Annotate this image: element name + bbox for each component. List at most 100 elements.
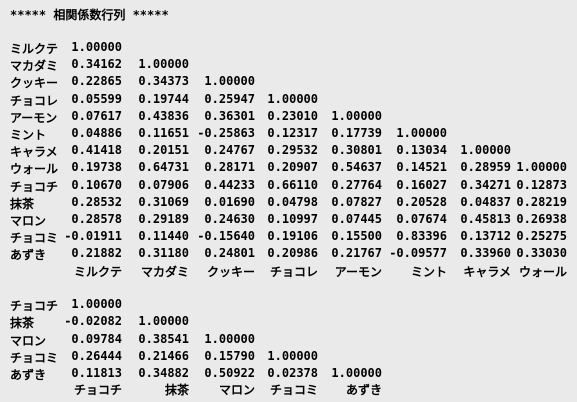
matrix1-cell: 0.66110 [267, 177, 318, 192]
matrix1-row-label: チョコミ [10, 231, 59, 246]
matrix1-cell: 0.28578 [71, 212, 122, 226]
matrix2-row-label: あずき [10, 368, 47, 383]
matrix2-cell: 1.00000 [138, 314, 189, 329]
matrix2-cell: 0.09784 [71, 331, 122, 346]
matrix1-row-label: マカダミ [10, 59, 59, 74]
matrix2-cell: 0.50922 [204, 366, 255, 381]
matrix1-cell: 0.15500 [331, 229, 382, 244]
matrix1-cell: 0.20528 [396, 194, 447, 209]
matrix2-cell: 1.00000 [204, 331, 255, 346]
matrix1-cell: 0.28959 [460, 160, 511, 175]
matrix1-cell: 0.83396 [396, 229, 447, 244]
matrix2-cell: 1.00000 [71, 297, 122, 311]
matrix2-cell: 0.26444 [71, 348, 122, 363]
matrix1-cell: 0.28532 [71, 194, 122, 209]
matrix2-column-header: チョコミ [269, 383, 318, 397]
matrix1-cell: 0.28219 [516, 194, 567, 209]
matrix1-cell: 0.07827 [331, 194, 382, 209]
matrix1-cell: 0.01690 [204, 194, 255, 209]
matrix2-cell: 1.00000 [331, 366, 382, 381]
matrix1-column-header: ミルクテ [73, 265, 122, 279]
matrix2-row-label: マロン [10, 333, 47, 348]
matrix1-column-header: ミント [410, 265, 447, 279]
matrix1-cell: 1.00000 [460, 143, 511, 158]
matrix2-cell: 1.00000 [267, 348, 318, 363]
matrix1-cell: 0.34162 [71, 57, 122, 72]
matrix1-cell: 0.05599 [71, 91, 122, 106]
matrix1-cell: 0.33960 [460, 246, 511, 261]
matrix1-cell: 0.21882 [71, 246, 122, 261]
matrix1-cell: 0.10670 [71, 177, 122, 192]
matrix-title: ***** 相関係数行列 ***** [10, 8, 169, 22]
matrix2-cell: 0.38541 [138, 331, 189, 346]
matrix1-cell: 0.25275 [516, 229, 567, 244]
matrix1-cell: 0.45813 [460, 212, 511, 226]
matrix1-cell: 0.34373 [138, 74, 189, 89]
matrix2-row-label: チョコチ [10, 299, 59, 313]
matrix1-column-header: ウォール [518, 265, 567, 279]
matrix1-cell: 0.07906 [138, 177, 189, 192]
matrix1-cell: 0.54637 [331, 160, 382, 175]
matrix1-row-label: マロン [10, 214, 47, 228]
matrix1-cell: 0.04837 [460, 194, 511, 209]
matrix1-cell: 0.24801 [204, 246, 255, 261]
matrix1-row-label: チョコレ [10, 93, 59, 108]
matrix1-column-header: アーモン [334, 265, 382, 279]
matrix1-cell: 1.00000 [516, 160, 567, 175]
matrix1-cell: 0.34271 [460, 177, 511, 192]
matrix1-row-label: あずき [10, 248, 47, 263]
matrix1-row-label: チョコチ [10, 179, 59, 194]
matrix1-cell: 0.17739 [331, 126, 382, 140]
matrix1-cell: -0.09577 [389, 246, 447, 261]
matrix2-column-header: 抹茶 [164, 383, 189, 397]
matrix1-cell: 0.12873 [516, 177, 567, 192]
matrix1-row-label: アーモン [10, 110, 58, 125]
matrix1-cell: 0.12317 [267, 126, 318, 140]
matrix1-cell: 0.44233 [204, 177, 255, 192]
matrix1-cell: 0.29189 [138, 212, 189, 226]
matrix1-cell: 0.04798 [267, 194, 318, 209]
matrix1-cell: -0.15640 [197, 229, 255, 244]
matrix1-cell: 0.20907 [267, 160, 318, 175]
matrix2-cell: 0.02378 [267, 366, 318, 381]
matrix1-cell: 0.19744 [138, 91, 189, 106]
matrix1-column-header: マカダミ [140, 265, 189, 279]
console-output: ***** 相関係数行列 ***** ミルクテ 1.00000 マカダミ 0.3416… [0, 0, 577, 402]
matrix2-column-header: あずき [345, 383, 382, 397]
matrix1-cell: 0.64731 [138, 160, 189, 175]
matrix1-cell: 0.07674 [396, 212, 447, 226]
matrix2-cell: -0.02082 [64, 314, 122, 329]
matrix1-cell: 0.20151 [138, 143, 189, 158]
matrix1-cell: 0.21767 [331, 246, 382, 261]
matrix1-row-label: ウォール [10, 162, 59, 177]
matrix1-cell: 0.24767 [204, 143, 255, 158]
matrix1-cell: 0.10997 [267, 212, 318, 226]
matrix1-row-label: クッキー [10, 76, 59, 91]
matrix1-cell: 0.07445 [331, 212, 382, 226]
matrix1-cell: 0.30801 [331, 143, 382, 158]
matrix1-cell: 1.00000 [71, 40, 122, 54]
matrix2-cell: 0.11813 [71, 366, 122, 381]
matrix1-cell: 0.22865 [71, 74, 122, 89]
matrix1-row-label: ミルクテ [10, 42, 59, 56]
matrix1-cell: 1.00000 [138, 57, 189, 72]
matrix1-cell: 0.26938 [516, 212, 567, 226]
matrix1-cell: 0.43836 [138, 108, 189, 123]
matrix1-cell: 1.00000 [396, 126, 447, 140]
matrix1-row-label: ミント [10, 128, 47, 142]
matrix1-cell: 0.28171 [204, 160, 255, 175]
matrix2-column-header: チョコチ [73, 383, 122, 397]
matrix1-row-label: キャラメ [10, 145, 58, 160]
matrix1-cell: 0.16027 [396, 177, 447, 192]
matrix2-row-label: チョコミ [10, 350, 59, 365]
matrix1-row-label: 抹茶 [10, 196, 35, 211]
matrix1-cell: 0.13712 [460, 229, 511, 244]
matrix1-column-header: クッキー [206, 265, 255, 279]
matrix1-cell: 0.23010 [267, 108, 318, 123]
matrix1-cell: 0.29532 [267, 143, 318, 158]
matrix2-cell: 0.15790 [204, 348, 255, 363]
matrix1-cell: 0.33030 [516, 246, 567, 261]
matrix1-cell: 0.41418 [71, 143, 122, 158]
matrix2-cell: 0.21466 [138, 348, 189, 363]
matrix1-cell: 1.00000 [204, 74, 255, 89]
